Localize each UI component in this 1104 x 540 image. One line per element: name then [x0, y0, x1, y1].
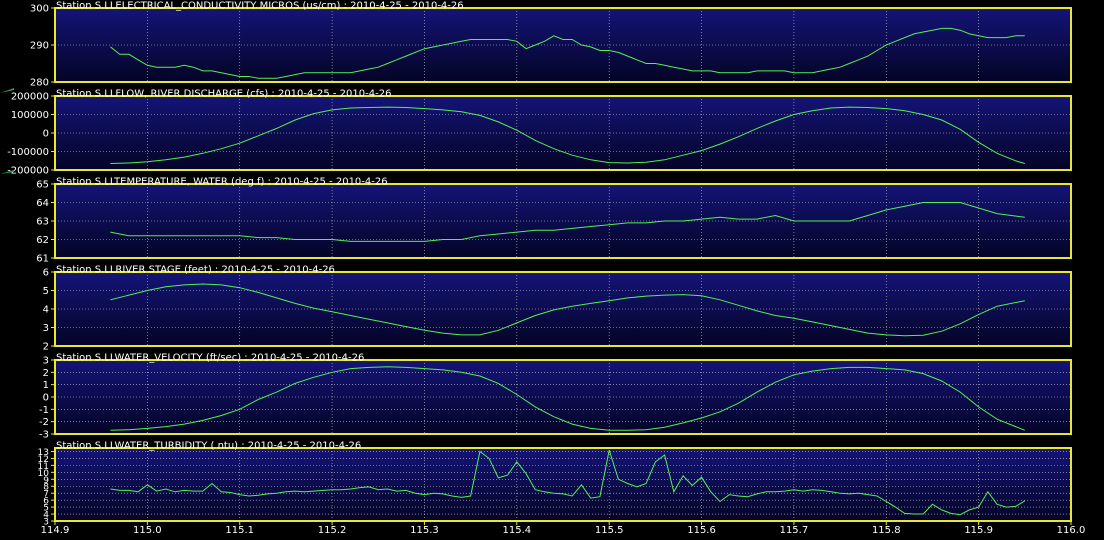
x-tick-label: 115.5 [595, 525, 624, 535]
chart-panel-6: 131211109876543Station S.LLWATER_TURBIDI… [38, 441, 1072, 528]
y-tick-label: 0 [43, 393, 49, 404]
panel-title: Station S.LLFLOW, RIVER DISCHARGE (cfs) … [56, 89, 391, 100]
y-tick-label: 63 [36, 217, 49, 228]
y-tick-label: 2 [43, 342, 49, 353]
y-tick-label: -3 [39, 430, 49, 441]
x-tick-label: 114.9 [41, 525, 70, 535]
panel-title: Station S.LLRIVER STAGE (feet) : 2010-4-… [56, 265, 335, 276]
y-tick-label: 290 [30, 41, 49, 52]
y-tick-label: 280 [30, 78, 49, 89]
y-tick-label: 65 [36, 180, 49, 191]
x-tick-label: 115.4 [502, 525, 531, 535]
y-tick-label: 61 [36, 254, 49, 265]
y-tick-label: 200000 [11, 92, 49, 103]
chart-panel-5: 321 0-1-2 -3 Station S.LLWATER_VELOCITY (ft… [39, 353, 1072, 441]
y-tick-label: -1 [39, 405, 49, 416]
y-tick-label: 3 [43, 323, 49, 334]
chart-canvas: 300290280Station S.LLELECTRICAL_CONDUCTI… [0, 1, 1086, 536]
y-tick-label: 100000 [11, 110, 49, 121]
x-tick-label: 115.0 [133, 525, 162, 535]
panel-title: Station S.LLELECTRICAL_CONDUCTIVITY MICR… [56, 1, 464, 12]
x-tick-label: 115.8 [872, 525, 901, 535]
chart-panel-2: 2000001000000-100000-200000Station S.LLF… [7, 89, 1072, 177]
multi-panel-chart: 300 290 280 Station S.LLELECTRICAL_CONDUCTI… [0, 0, 1104, 536]
x-tick-label: 115.3 [410, 525, 439, 535]
y-tick-label: 5 [43, 286, 49, 297]
chart-panel-3: 65 64 63 62 61 Station S.LLTEMPERATURE, WATER… [36, 177, 1072, 265]
x-tick-label: 115.6 [687, 525, 716, 535]
x-axis: 114.9 115.0 115.1 115.2 115.3 115.4 115.5 115.6… [41, 521, 1086, 536]
x-tick-label: 115.9 [964, 525, 993, 535]
y-tick-label: 2 [43, 368, 49, 379]
y-tick-label: 3 [43, 356, 49, 367]
x-tick-label: 115.7 [780, 525, 809, 535]
x-tick-label: 115.1 [225, 525, 254, 535]
y-tick-label: -100000 [7, 147, 49, 158]
panel-title: Station S.LLWATER_TURBIDITY ( ntu) : 201… [56, 441, 361, 452]
x-tick-label: 116.0 [1057, 525, 1086, 535]
y-tick-label: -2 [39, 417, 49, 428]
chart-panel-1: 300 290 280 Station S.LLELECTRICAL_CONDUCTI… [30, 1, 1072, 89]
x-tick-label: 115.2 [318, 525, 347, 535]
y-tick-label: 1 [43, 380, 49, 391]
chart-panel-4: 6 5 4 3 2 Station S.LLRIVER STAGE (feet) : 20… [43, 265, 1072, 353]
y-tick-label: 0 [43, 129, 49, 140]
y-tick-label: 300 [30, 4, 49, 15]
plot-area [55, 448, 1071, 521]
panel-title: Station S.LLTEMPERATURE, WATER (deg f) :… [56, 177, 388, 188]
y-tick-label: 4 [43, 305, 49, 316]
y-tick-label: 6 [43, 268, 49, 279]
chart-panels: 300290280Station S.LLELECTRICAL_CONDUCTI… [7, 1, 1072, 528]
y-tick-label: 64 [36, 198, 49, 209]
y-tick-label: 62 [36, 235, 49, 246]
panel-title: Station S.LLWATER_VELOCITY (ft/sec) : 20… [56, 353, 364, 364]
